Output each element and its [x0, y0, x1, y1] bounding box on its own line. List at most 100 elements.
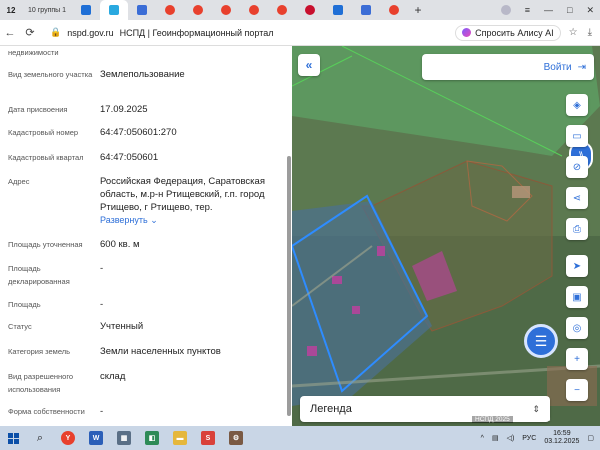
row-label: Статус	[8, 322, 32, 331]
zoom-in-icon[interactable]: +	[566, 348, 588, 370]
info-row: Площадь уточненная 600 кв. м	[8, 238, 283, 251]
row-label: Адрес	[8, 177, 30, 186]
taskbar-explorer[interactable]: ▬	[166, 426, 194, 450]
share-icon[interactable]: ⋖	[566, 187, 588, 209]
info-row: Кадастровый квартал 64:47:050601	[8, 151, 283, 164]
language-indicator[interactable]: РУС	[522, 435, 536, 442]
tab-count-badge[interactable]: 12	[0, 2, 22, 18]
tab-group-label: 10 группы 1	[27, 6, 67, 14]
system-tray: ^ ▤ ◁) РУС 16:59 03.12.2025 ▢	[481, 430, 600, 446]
notifications-icon[interactable]: ▢	[587, 434, 594, 442]
row-value: Российская Федерация, Саратовская област…	[100, 176, 265, 213]
zoom-out-icon[interactable]: −	[566, 379, 588, 401]
clock-time: 16:59	[553, 430, 571, 437]
profile-avatar[interactable]	[500, 5, 511, 15]
restore-icon[interactable]: □	[567, 5, 572, 15]
address-bar: ← ⟳ 🔒 nspd.gov.ru НСПД | Геоинформационн…	[0, 20, 600, 46]
back-icon[interactable]: ←	[0, 27, 20, 39]
site-icon	[333, 5, 343, 15]
legend-label: Легенда	[310, 403, 352, 415]
yandex-icon	[193, 5, 203, 15]
expand-label: Развернуть	[100, 215, 148, 225]
taskbar-yandex-browser[interactable]: Y	[54, 426, 82, 450]
clock[interactable]: 16:59 03.12.2025	[544, 430, 579, 446]
info-row: Адрес Российская Федерация, Саратовская …	[8, 175, 283, 227]
row-label: Площадь	[8, 300, 41, 309]
minimap-icon[interactable]: ▣	[566, 286, 588, 308]
alice-button[interactable]: Спросить Алису AI	[455, 24, 561, 41]
toolbar-icons: ☆ ⤓	[569, 27, 592, 38]
taskbar-app-3[interactable]: S	[194, 426, 222, 450]
tab-4[interactable]	[184, 2, 212, 18]
os-taskbar: ⌕ Y W ▦ ◧ ▬ S ⚙ ^ ▤ ◁) РУС 16:59 03.12.2…	[0, 426, 600, 450]
tab-6[interactable]	[240, 2, 268, 18]
panel-scrollbar[interactable]	[287, 156, 291, 416]
row-value: 64:47:050601:270	[100, 127, 177, 138]
row-label: недвижимости	[8, 48, 59, 57]
bookmark-icon[interactable]: ☆	[569, 27, 578, 38]
yandex-icon	[249, 5, 259, 15]
clock-date: 03.12.2025	[544, 438, 580, 445]
yandex-icon	[389, 5, 399, 15]
close-icon[interactable]: ✕	[586, 5, 594, 16]
login-button[interactable]: Войти ⇥	[422, 54, 594, 80]
tab-active[interactable]	[100, 0, 128, 20]
tab-2[interactable]	[128, 2, 156, 18]
satellite-map	[292, 46, 600, 426]
info-row: Вид разрешенного использования склад	[8, 370, 283, 396]
tab-group[interactable]: 10 группы 1	[22, 2, 72, 18]
geolocation-icon[interactable]: ◎	[566, 317, 588, 339]
tab-5[interactable]	[212, 2, 240, 18]
search-icon[interactable]: ⌕	[26, 426, 54, 450]
locate-icon[interactable]: ➤	[566, 255, 588, 277]
login-label: Войти	[543, 61, 572, 73]
windows-icon	[7, 432, 19, 444]
row-value: -	[100, 299, 104, 310]
collapse-panel-button[interactable]: «	[298, 54, 320, 76]
tab-3[interactable]	[156, 2, 184, 18]
taskbar-word[interactable]: W	[82, 426, 110, 450]
login-icon: ⇥	[577, 61, 586, 73]
row-value: -	[100, 406, 104, 417]
ruler-icon[interactable]: ▭	[566, 125, 588, 147]
info-row: недвижимости	[8, 46, 283, 59]
tab-7[interactable]	[268, 2, 296, 18]
app-icon: ▦	[117, 431, 131, 445]
info-row: Форма собственности -	[8, 405, 283, 418]
reload-icon[interactable]: ⟳	[20, 26, 40, 39]
taskbar-app-4[interactable]: ⚙	[222, 426, 250, 450]
volume-icon[interactable]: ◁)	[507, 434, 515, 442]
taskbar-app-2[interactable]: ◧	[138, 426, 166, 450]
url-field[interactable]: 🔒 nspd.gov.ru НСПД | Геоинформационный п…	[50, 27, 273, 38]
start-button[interactable]	[0, 426, 26, 450]
map-attribution: НСПД 2025	[472, 416, 513, 423]
menu-icon[interactable]: ≡	[525, 5, 530, 15]
pin-icon	[165, 5, 175, 15]
map-view[interactable]: « Войти ⇥ ⟫ ◈ ▭ ⊘ ⋖ ⎙ ➤ ▣ ◎ + − ☰ Легенд…	[292, 46, 600, 426]
row-label: Категория земель	[8, 347, 71, 356]
url-domain: nspd.gov.ru	[67, 27, 114, 38]
tray-arrow-icon[interactable]: ^	[481, 435, 484, 442]
expand-link[interactable]: Развернуть ⌄	[100, 214, 283, 227]
hide-icon[interactable]: ⊘	[566, 156, 588, 178]
alice-icon	[462, 28, 472, 37]
row-label: Кадастровый квартал	[8, 153, 84, 162]
taskbar-app-1[interactable]: ▦	[110, 426, 138, 450]
row-value: Земли населенных пунктов	[100, 346, 221, 357]
layers-icon[interactable]: ◈	[566, 94, 588, 116]
chat-button[interactable]: ☰	[524, 324, 558, 358]
tab-8[interactable]	[296, 2, 324, 18]
network-icon[interactable]: ▤	[492, 434, 499, 442]
print-icon[interactable]: ⎙	[566, 218, 588, 240]
download-icon[interactable]: ⤓	[588, 27, 592, 38]
tab-9[interactable]	[324, 2, 352, 18]
info-row: Дата присвоения 17.09.2025	[8, 103, 283, 116]
row-label: Площадь декларированная	[8, 264, 70, 286]
page-title: НСПД | Геоинформационный портал	[119, 27, 274, 38]
tab-10[interactable]	[352, 2, 380, 18]
tab-11[interactable]	[380, 2, 408, 18]
tab-mail[interactable]	[72, 2, 100, 18]
minimize-icon[interactable]: —	[544, 5, 553, 15]
window-controls: ≡ — □ ✕	[500, 5, 600, 16]
new-tab-button[interactable]: +	[408, 3, 428, 17]
